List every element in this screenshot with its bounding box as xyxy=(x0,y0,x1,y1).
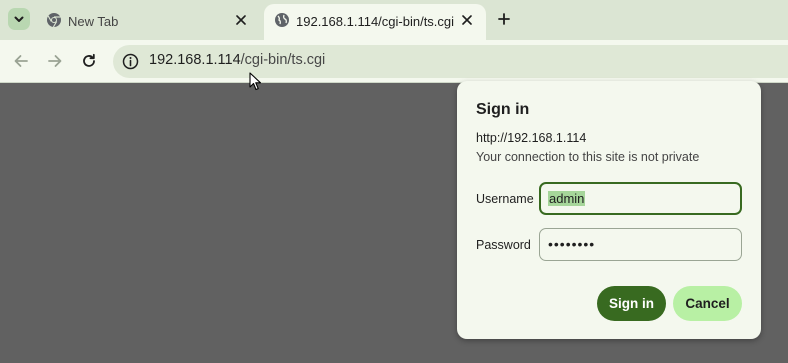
sign-in-dialog: Sign in http://192.168.1.114 Your connec… xyxy=(457,81,761,339)
arrow-right-icon xyxy=(48,55,62,67)
info-icon[interactable] xyxy=(121,52,139,70)
sign-in-button[interactable]: Sign in xyxy=(597,286,666,321)
tab-new-tab[interactable]: New Tab xyxy=(36,4,260,40)
password-value: •••••••• xyxy=(548,236,596,252)
toolbar: 192.168.1.114/cgi-bin/ts.cgi xyxy=(0,40,788,83)
chevron-down-icon xyxy=(14,16,24,22)
mouse-cursor-icon xyxy=(249,72,262,91)
dialog-host: http://192.168.1.114 xyxy=(476,131,587,145)
arrow-left-icon xyxy=(14,55,28,67)
reload-icon xyxy=(83,53,95,67)
cancel-button[interactable]: Cancel xyxy=(673,286,742,321)
address-bar[interactable]: 192.168.1.114/cgi-bin/ts.cgi xyxy=(113,45,788,78)
tab-title: 192.168.1.114/cgi-bin/ts.cgi xyxy=(296,14,455,29)
username-value: admin xyxy=(548,191,586,206)
close-icon[interactable] xyxy=(232,11,250,29)
globe-icon xyxy=(275,13,289,27)
new-tab-button[interactable] xyxy=(494,9,514,29)
url-text[interactable]: 192.168.1.114/cgi-bin/ts.cgi xyxy=(149,52,325,68)
tab-strip: New Tab 192.168.1.114/cgi-bin/ts.cgi xyxy=(0,0,788,40)
reload-button[interactable] xyxy=(78,50,100,72)
dialog-title: Sign in xyxy=(476,101,530,118)
dialog-warning: Your connection to this site is not priv… xyxy=(476,150,700,164)
forward-button[interactable] xyxy=(44,50,66,72)
tab-search-button[interactable] xyxy=(8,8,30,30)
back-button[interactable] xyxy=(10,50,32,72)
tab-ts-cgi[interactable]: 192.168.1.114/cgi-bin/ts.cgi xyxy=(264,4,486,40)
plus-icon xyxy=(498,13,510,25)
url-path: /cgi-bin/ts.cgi xyxy=(240,52,326,68)
username-label: Username xyxy=(476,192,534,206)
url-host: 192.168.1.114 xyxy=(149,52,241,68)
password-label: Password xyxy=(476,238,531,252)
chrome-icon xyxy=(47,13,61,28)
close-icon[interactable] xyxy=(458,11,476,29)
tab-title: New Tab xyxy=(68,14,119,29)
